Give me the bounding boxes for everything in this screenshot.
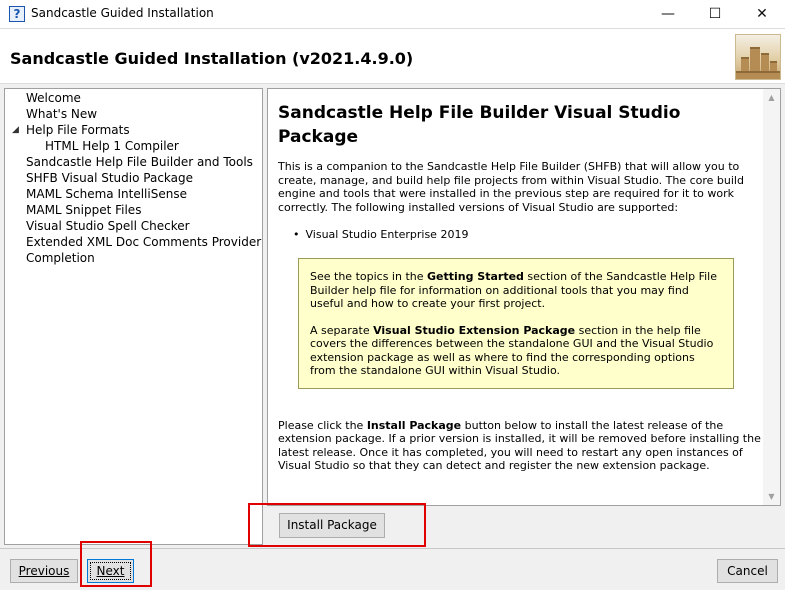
content-heading: Sandcastle Help File Builder Visual Stud…: [278, 103, 681, 147]
nav-item-vs-spell-checker[interactable]: Visual Studio Spell Checker: [26, 218, 190, 234]
list-item: Visual Studio Enterprise 2019: [293, 228, 762, 241]
install-package-emphasis: Install Package: [366, 418, 462, 432]
title-bar: ? Sandcastle Guided Installation — ☐ ✕: [0, 0, 785, 28]
nav-item-whats-new[interactable]: What's New: [26, 106, 97, 122]
help-app-icon: ?: [9, 6, 25, 22]
note-box: See the topics in the Getting Started se…: [298, 258, 734, 389]
minimize-button[interactable]: —: [645, 0, 691, 28]
expand-collapse-icon[interactable]: ◢: [12, 125, 19, 135]
nav-item-welcome[interactable]: Welcome: [26, 90, 81, 106]
nav-item-extended-xml-doc-comments[interactable]: Extended XML Doc Comments Provider: [26, 234, 261, 250]
cancel-button[interactable]: Cancel: [717, 559, 778, 583]
previous-button[interactable]: Previous: [10, 559, 78, 583]
note-paragraph-extension-package: A separate Visual Studio Extension Packa…: [310, 324, 722, 378]
page-title: Sandcastle Guided Installation (v2021.4.…: [10, 49, 414, 68]
window-title: Sandcastle Guided Installation: [31, 6, 214, 20]
content-scrollbar[interactable]: ▲ ▼: [763, 89, 780, 505]
getting-started-link-text: Getting Started: [427, 270, 524, 283]
nav-item-shfb-vs-package[interactable]: SHFB Visual Studio Package: [26, 170, 193, 186]
note-paragraph-getting-started: See the topics in the Getting Started se…: [310, 270, 722, 311]
version-label: Visual Studio Enterprise 2019: [305, 228, 469, 241]
header-banner: Sandcastle Guided Installation (v2021.4.…: [0, 28, 785, 84]
extension-package-text: Visual Studio Extension Package: [373, 323, 576, 337]
next-highlight-box: [80, 541, 152, 587]
note-text: A separate: [310, 323, 374, 337]
scroll-down-icon[interactable]: ▼: [763, 488, 780, 505]
content-panel: Sandcastle Help File Builder Visual Stud…: [267, 88, 781, 506]
sandcastle-logo: [735, 34, 781, 80]
nav-item-maml-snippet-files[interactable]: MAML Snippet Files: [26, 202, 141, 218]
note-text: See the topics in the: [310, 270, 427, 283]
install-highlight-box: [248, 503, 426, 547]
install-instructions: Please click the Install Package button …: [278, 419, 762, 473]
previous-label: Previous: [18, 564, 70, 578]
nav-item-shfb-and-tools[interactable]: Sandcastle Help File Builder and Tools: [26, 154, 253, 170]
nav-item-completion[interactable]: Completion: [26, 250, 95, 266]
scroll-up-icon[interactable]: ▲: [763, 89, 780, 106]
nav-item-html-help-1-compiler[interactable]: HTML Help 1 Compiler: [45, 138, 179, 154]
close-button[interactable]: ✕: [739, 0, 785, 28]
maximize-button[interactable]: ☐: [692, 0, 738, 28]
nav-item-help-file-formats[interactable]: Help File Formats: [26, 122, 130, 138]
instruction-text: Please click the: [278, 418, 367, 432]
nav-item-maml-schema-intellisense[interactable]: MAML Schema IntelliSense: [26, 186, 187, 202]
intro-paragraph: This is a companion to the Sandcastle He…: [278, 160, 744, 214]
supported-versions-list: Visual Studio Enterprise 2019: [278, 228, 762, 241]
content-body: Sandcastle Help File Builder Visual Stud…: [278, 101, 762, 473]
step-navigation-tree: Welcome What's New ◢ Help File Formats H…: [4, 88, 263, 545]
